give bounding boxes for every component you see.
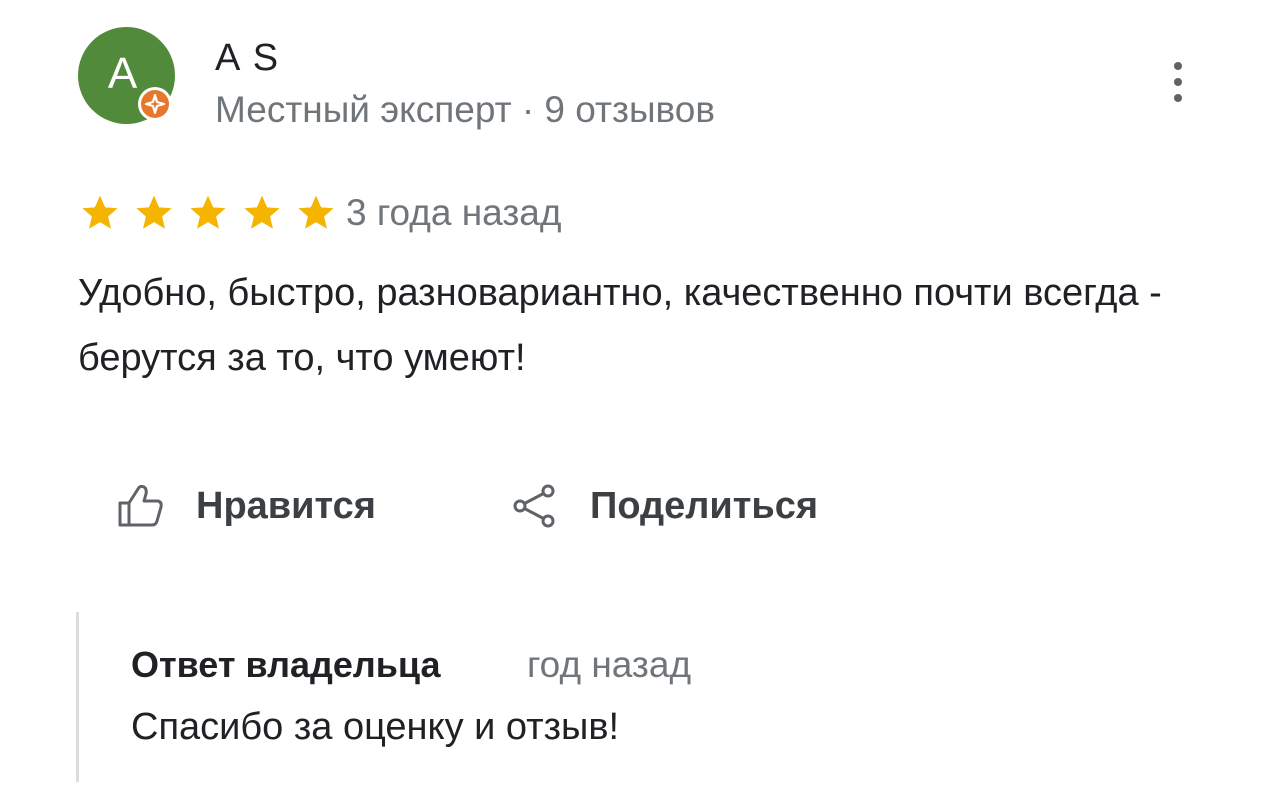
owner-reply: Ответ владельца год назад Спасибо за оце…	[76, 612, 1179, 782]
like-button[interactable]: Нравится	[116, 478, 376, 534]
author-name[interactable]: A S	[215, 36, 280, 80]
review-card: A A S Местный эксперт · 9 отзывов 3 года…	[0, 0, 1280, 809]
star-icon	[186, 191, 230, 235]
more-vertical-icon	[1174, 62, 1182, 70]
thumbs-up-icon	[118, 484, 163, 527]
more-vertical-icon-dot	[1174, 94, 1182, 102]
local-guide-star-icon	[141, 90, 169, 118]
star-icon	[78, 191, 122, 235]
review-text: Удобно, быстро, разновариантно, качестве…	[78, 272, 1162, 379]
owner-reply-text: Спасибо за оценку и отзыв!	[131, 706, 620, 748]
review-date: 3 года назад	[346, 192, 562, 233]
star-icon	[132, 191, 176, 235]
share-button[interactable]: Поделиться	[510, 478, 818, 534]
star-rating	[78, 191, 348, 235]
star-icon	[240, 191, 284, 235]
star-icon	[294, 191, 338, 235]
local-guide-badge	[138, 87, 172, 121]
owner-reply-title: Ответ владельца	[131, 644, 441, 685]
share-label: Поделиться	[590, 484, 819, 527]
owner-reply-date: год назад	[527, 644, 692, 685]
avatar-initial: A	[107, 49, 138, 98]
more-vertical-icon-dot	[1174, 78, 1182, 86]
author-meta: Местный эксперт · 9 отзывов	[215, 89, 716, 130]
like-label: Нравится	[196, 484, 376, 527]
more-options-button[interactable]	[1158, 58, 1198, 106]
share-icon	[513, 484, 555, 528]
